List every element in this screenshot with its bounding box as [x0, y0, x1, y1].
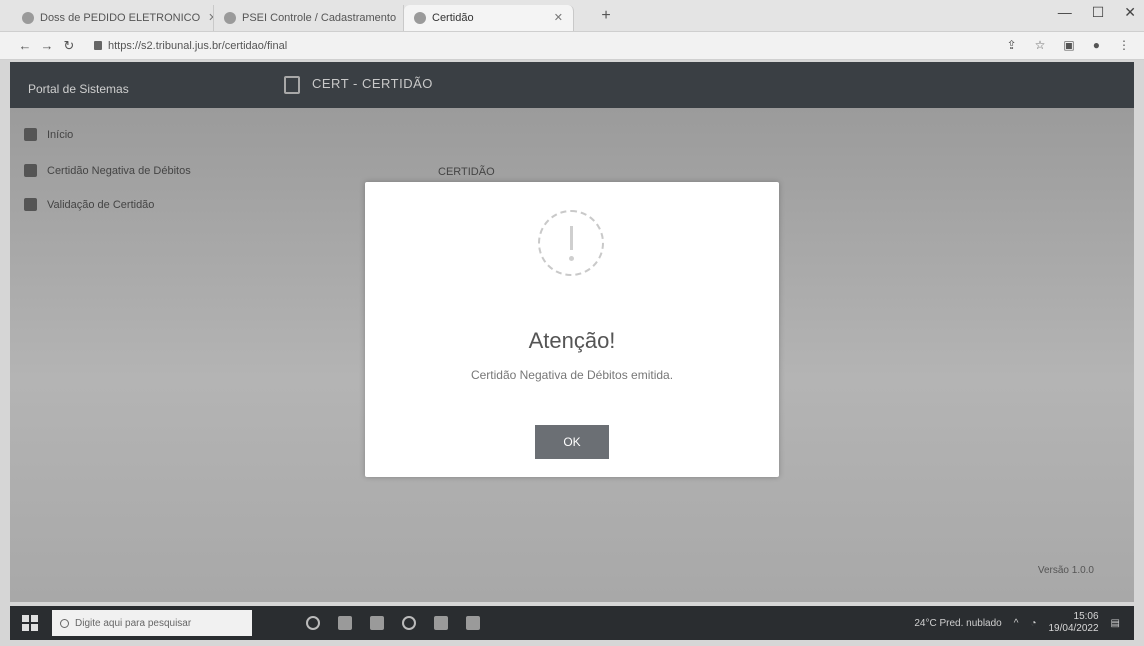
windows-taskbar: Digite aqui para pesquisar 24°C Pred. nu…: [10, 606, 1134, 640]
browser-tab[interactable]: Doss de PEDIDO ELETRONICO ✕: [12, 4, 214, 31]
browser-tab[interactable]: PSEI Controle / Cadastramento ✕: [214, 4, 404, 31]
chrome-icon[interactable]: [402, 616, 416, 630]
document-icon: [24, 164, 37, 177]
taskbar-search[interactable]: Digite aqui para pesquisar: [52, 610, 252, 636]
tab-favicon-icon: [22, 11, 34, 24]
menu-icon[interactable]: ⋮: [1118, 38, 1130, 52]
background-label: CERTIDÃO: [438, 166, 495, 178]
taskbar-search-placeholder: Digite aqui para pesquisar: [75, 617, 192, 629]
weather-widget[interactable]: 24°C Pred. nublado: [914, 618, 1001, 629]
reload-icon[interactable]: ↻: [58, 38, 80, 54]
sidebar-item-validate-certificate[interactable]: Validação de Certidão: [24, 198, 154, 211]
tray-chevron-icon[interactable]: ^: [1014, 618, 1019, 629]
edge-icon[interactable]: [466, 616, 480, 630]
notifications-icon[interactable]: ▤: [1111, 618, 1120, 629]
close-tab-icon[interactable]: ✕: [396, 11, 403, 24]
browser-toolbar-icons: ⇪ ☆ ▣ ● ⋮: [1007, 38, 1130, 52]
task-view-icon[interactable]: [338, 616, 352, 630]
url-field[interactable]: https://s2.tribunal.jus.br/certidao/fina…: [94, 40, 287, 52]
cortana-icon[interactable]: [306, 616, 320, 630]
warning-icon: [538, 210, 604, 276]
profile-icon[interactable]: ●: [1093, 38, 1100, 52]
page-title: CERT - CERTIDÃO: [312, 76, 433, 91]
new-tab-button[interactable]: +: [592, 4, 620, 28]
network-icon[interactable]: ◔: [1030, 618, 1036, 629]
screen: Doss de PEDIDO ELETRONICO ✕ PSEI Control…: [0, 0, 1144, 646]
close-tab-icon[interactable]: ✕: [200, 11, 213, 24]
star-icon[interactable]: ☆: [1035, 38, 1046, 52]
sidebar-item-negative-certificate[interactable]: Certidão Negativa de Débitos: [24, 164, 191, 177]
back-icon[interactable]: ←: [14, 38, 36, 53]
search-icon: [60, 618, 69, 628]
tab-label: Doss de PEDIDO ELETRONICO: [40, 11, 201, 24]
document-icon: [284, 76, 300, 94]
clock-date: 19/04/2022: [1048, 623, 1099, 634]
tab-favicon-icon: [224, 11, 236, 24]
url-text: https://s2.tribunal.jus.br/certidao/fina…: [108, 39, 288, 52]
sidebar-item-label: Validação de Certidão: [47, 198, 155, 211]
modal-title: Atenção!: [528, 328, 616, 353]
windows-start-icon[interactable]: [22, 615, 38, 631]
lock-icon: [94, 41, 102, 50]
close-tab-icon[interactable]: ✕: [546, 11, 563, 24]
taskbar-clock[interactable]: 15:06 19/04/2022: [1048, 611, 1098, 635]
app-brand[interactable]: Portal de Sistemas: [28, 82, 129, 96]
sidebar-toggle-icon[interactable]: ▣: [1063, 38, 1074, 52]
sidebar-item-label: Certidão Negativa de Débitos: [47, 164, 191, 177]
minimize-icon[interactable]: —: [1058, 4, 1072, 21]
close-window-icon[interactable]: ✕: [1124, 4, 1136, 21]
alert-modal: Atenção! Certidão Negativa de Débitos em…: [365, 182, 779, 477]
address-bar: ← → ↻ https://s2.tribunal.jus.br/certida…: [0, 32, 1144, 60]
modal-message: Certidão Negativa de Débitos emitida.: [470, 368, 674, 382]
browser-tab-active[interactable]: Certidão ✕: [404, 4, 574, 31]
system-tray: 24°C Pred. nublado ^ ◔ 15:06 19/04/2022 …: [914, 606, 1120, 640]
share-icon[interactable]: ⇪: [1007, 38, 1017, 52]
footer-version: Versão 1.0.0: [1037, 565, 1094, 576]
app-header: Portal de Sistemas CERT - CERTIDÃO: [10, 62, 1134, 108]
clock-time: 15:06: [1073, 611, 1099, 622]
file-explorer-icon[interactable]: [370, 616, 384, 630]
tab-favicon-icon: [414, 11, 426, 24]
outlook-icon[interactable]: [434, 616, 448, 630]
maximize-icon[interactable]: ☐: [1092, 4, 1105, 21]
home-icon: [24, 128, 37, 141]
window-controls: — ☐ ✕: [1058, 4, 1136, 21]
ok-button[interactable]: OK: [535, 425, 609, 459]
check-icon: [24, 198, 37, 211]
tab-label: PSEI Controle / Cadastramento: [242, 11, 397, 24]
taskbar-apps: [306, 616, 480, 630]
sidebar-item-home[interactable]: Início: [24, 128, 73, 141]
tab-label: Certidão: [432, 11, 474, 24]
browser-tab-strip: Doss de PEDIDO ELETRONICO ✕ PSEI Control…: [0, 0, 1144, 32]
sidebar-item-label: Início: [47, 128, 74, 141]
forward-icon[interactable]: →: [36, 38, 58, 53]
